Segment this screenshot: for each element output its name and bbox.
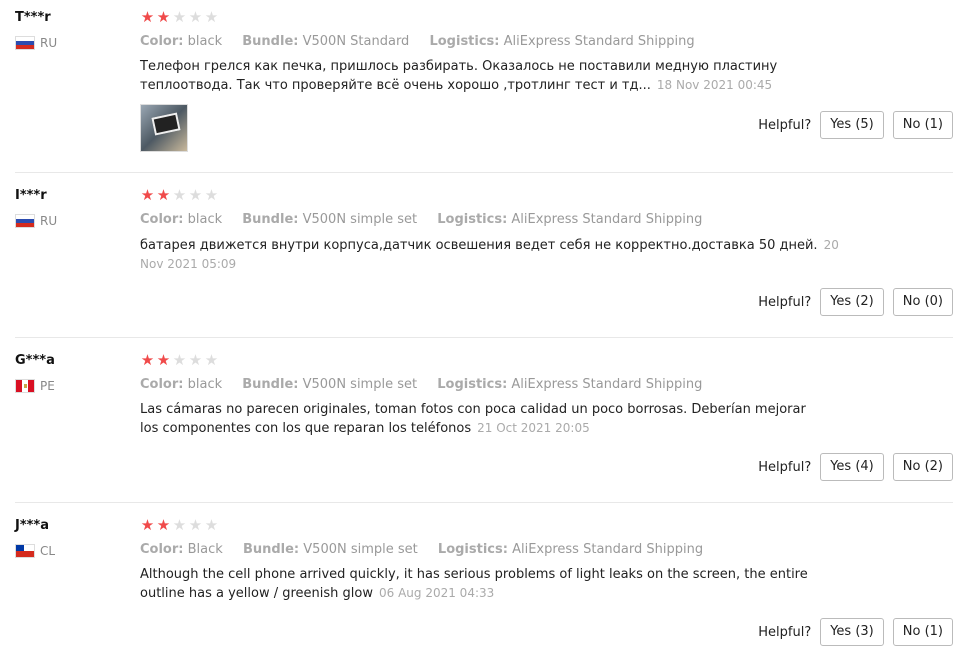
color-key: Color:: [140, 34, 184, 49]
logistics-key: Logistics:: [437, 542, 508, 557]
color-key: Color:: [140, 542, 184, 557]
review-item: I***r RU ★ ★ ★ ★ ★ Color: black Bundle: V500…: [0, 173, 955, 338]
helpful-label: Helpful?: [758, 624, 812, 640]
sku-info: Color: black Bundle: V500N simple set Lo…: [140, 377, 718, 392]
russia-flag-icon: [15, 214, 35, 228]
sku-info: Color: black Bundle: V500N Standard Logi…: [140, 34, 711, 49]
color-value: black: [187, 377, 223, 392]
helpful-label: Helpful?: [758, 459, 812, 475]
review-text: батарея движется внутри корпуса,датчик о…: [140, 236, 840, 274]
bundle-value: V500N simple set: [302, 377, 418, 392]
star-filled-icon: ★: [156, 8, 171, 26]
helpful-no-button[interactable]: No (2): [892, 453, 953, 481]
star-empty-icon: ★: [204, 351, 219, 369]
helpful-no-button[interactable]: No (1): [892, 111, 953, 139]
color-value: black: [187, 34, 223, 49]
star-empty-icon: ★: [172, 351, 187, 369]
star-empty-icon: ★: [188, 351, 203, 369]
sku-info: Color: Black Bundle: V500N simple set Lo…: [140, 542, 719, 557]
helpful-label: Helpful?: [758, 117, 812, 133]
bundle-value: V500N simple set: [302, 212, 418, 227]
star-empty-icon: ★: [188, 516, 203, 534]
color-key: Color:: [140, 377, 184, 392]
bundle-key: Bundle:: [242, 377, 299, 392]
star-filled-icon: ★: [140, 8, 155, 26]
review-text: Las cámaras no parecen originales, toman…: [140, 401, 820, 438]
color-value: black: [187, 212, 223, 227]
logistics-key: Logistics:: [437, 212, 508, 227]
review-photo-thumbnail[interactable]: [140, 104, 188, 152]
star-empty-icon: ★: [204, 8, 219, 26]
bundle-value: V500N Standard: [302, 34, 410, 49]
star-empty-icon: ★: [172, 186, 187, 204]
review-date: 21 Oct 2021 20:05: [477, 421, 590, 435]
review-body: Las cámaras no parecen originales, toman…: [140, 402, 806, 436]
helpful-yes-button[interactable]: Yes (3): [820, 618, 884, 646]
star-filled-icon: ★: [156, 186, 171, 204]
color-value: Black: [187, 542, 223, 557]
helpful-no-button[interactable]: No (0): [892, 288, 953, 316]
helpful-vote: Helpful? Yes (2) No (0): [758, 288, 953, 316]
logistics-key: Logistics:: [437, 377, 508, 392]
sku-info: Color: black Bundle: V500N simple set Lo…: [140, 212, 718, 227]
star-filled-icon: ★: [140, 516, 155, 534]
star-empty-icon: ★: [188, 8, 203, 26]
logistics-value: AliExpress Standard Shipping: [511, 212, 703, 227]
reviewer-name: T***r: [15, 10, 51, 25]
reviewer-country: RU: [15, 214, 57, 228]
helpful-yes-button[interactable]: Yes (4): [820, 453, 884, 481]
logistics-value: AliExpress Standard Shipping: [503, 34, 695, 49]
review-text: Телефон грелся как печка, пришлось разби…: [140, 58, 850, 95]
helpful-yes-button[interactable]: Yes (2): [820, 288, 884, 316]
helpful-label: Helpful?: [758, 294, 812, 310]
bundle-key: Bundle:: [242, 212, 299, 227]
review-item: T***r RU ★ ★ ★ ★ ★ Color: black Bundle: V500…: [0, 0, 955, 173]
logistics-value: AliExpress Standard Shipping: [511, 377, 703, 392]
country-code: RU: [40, 214, 58, 228]
country-code: RU: [40, 36, 58, 50]
star-empty-icon: ★: [172, 516, 187, 534]
star-filled-icon: ★: [140, 186, 155, 204]
helpful-vote: Helpful? Yes (3) No (1): [758, 618, 953, 646]
reviewer-name: I***r: [15, 188, 47, 203]
review-text: Although the cell phone arrived quickly,…: [140, 566, 850, 603]
review-item: J***a CL ★ ★ ★ ★ ★ Color: Black Bundle: V500…: [0, 503, 955, 646]
country-code: CL: [40, 544, 56, 558]
helpful-no-button[interactable]: No (1): [892, 618, 953, 646]
star-rating: ★ ★ ★ ★ ★: [140, 353, 219, 368]
review-date: 06 Aug 2021 04:33: [379, 586, 495, 600]
reviewer-country: PE: [15, 379, 55, 393]
bundle-key: Bundle:: [242, 34, 299, 49]
bundle-key: Bundle:: [242, 542, 300, 557]
chile-flag-icon: [15, 544, 35, 558]
star-rating: ★ ★ ★ ★ ★: [140, 518, 219, 533]
star-empty-icon: ★: [188, 186, 203, 204]
phone-photo-icon: [151, 112, 181, 136]
russia-flag-icon: [15, 36, 35, 50]
star-filled-icon: ★: [156, 351, 171, 369]
bundle-value: V500N simple set: [303, 542, 418, 557]
logistics-key: Logistics:: [429, 34, 500, 49]
reviewer-name: J***a: [15, 518, 50, 533]
star-empty-icon: ★: [204, 516, 219, 534]
review-body: батарея движется внутри корпуса,датчик о…: [140, 238, 818, 253]
review-date: 18 Nov 2021 00:45: [656, 78, 773, 92]
star-empty-icon: ★: [204, 186, 219, 204]
helpful-yes-button[interactable]: Yes (5): [820, 111, 884, 139]
star-filled-icon: ★: [156, 516, 171, 534]
color-key: Color:: [140, 212, 184, 227]
star-rating: ★ ★ ★ ★ ★: [140, 10, 219, 25]
reviewer-name: G***a: [15, 353, 55, 368]
reviewer-country: CL: [15, 544, 55, 558]
reviewer-country: RU: [15, 36, 57, 50]
country-code: PE: [40, 379, 55, 393]
star-empty-icon: ★: [172, 8, 187, 26]
star-rating: ★ ★ ★ ★ ★: [140, 188, 219, 203]
review-item: G***a PE ★ ★ ★ ★ ★ Color: black Bundle: V500…: [0, 338, 955, 503]
helpful-vote: Helpful? Yes (5) No (1): [758, 111, 953, 139]
peru-flag-icon: [15, 379, 35, 393]
helpful-vote: Helpful? Yes (4) No (2): [758, 453, 953, 481]
logistics-value: AliExpress Standard Shipping: [512, 542, 704, 557]
star-filled-icon: ★: [140, 351, 155, 369]
